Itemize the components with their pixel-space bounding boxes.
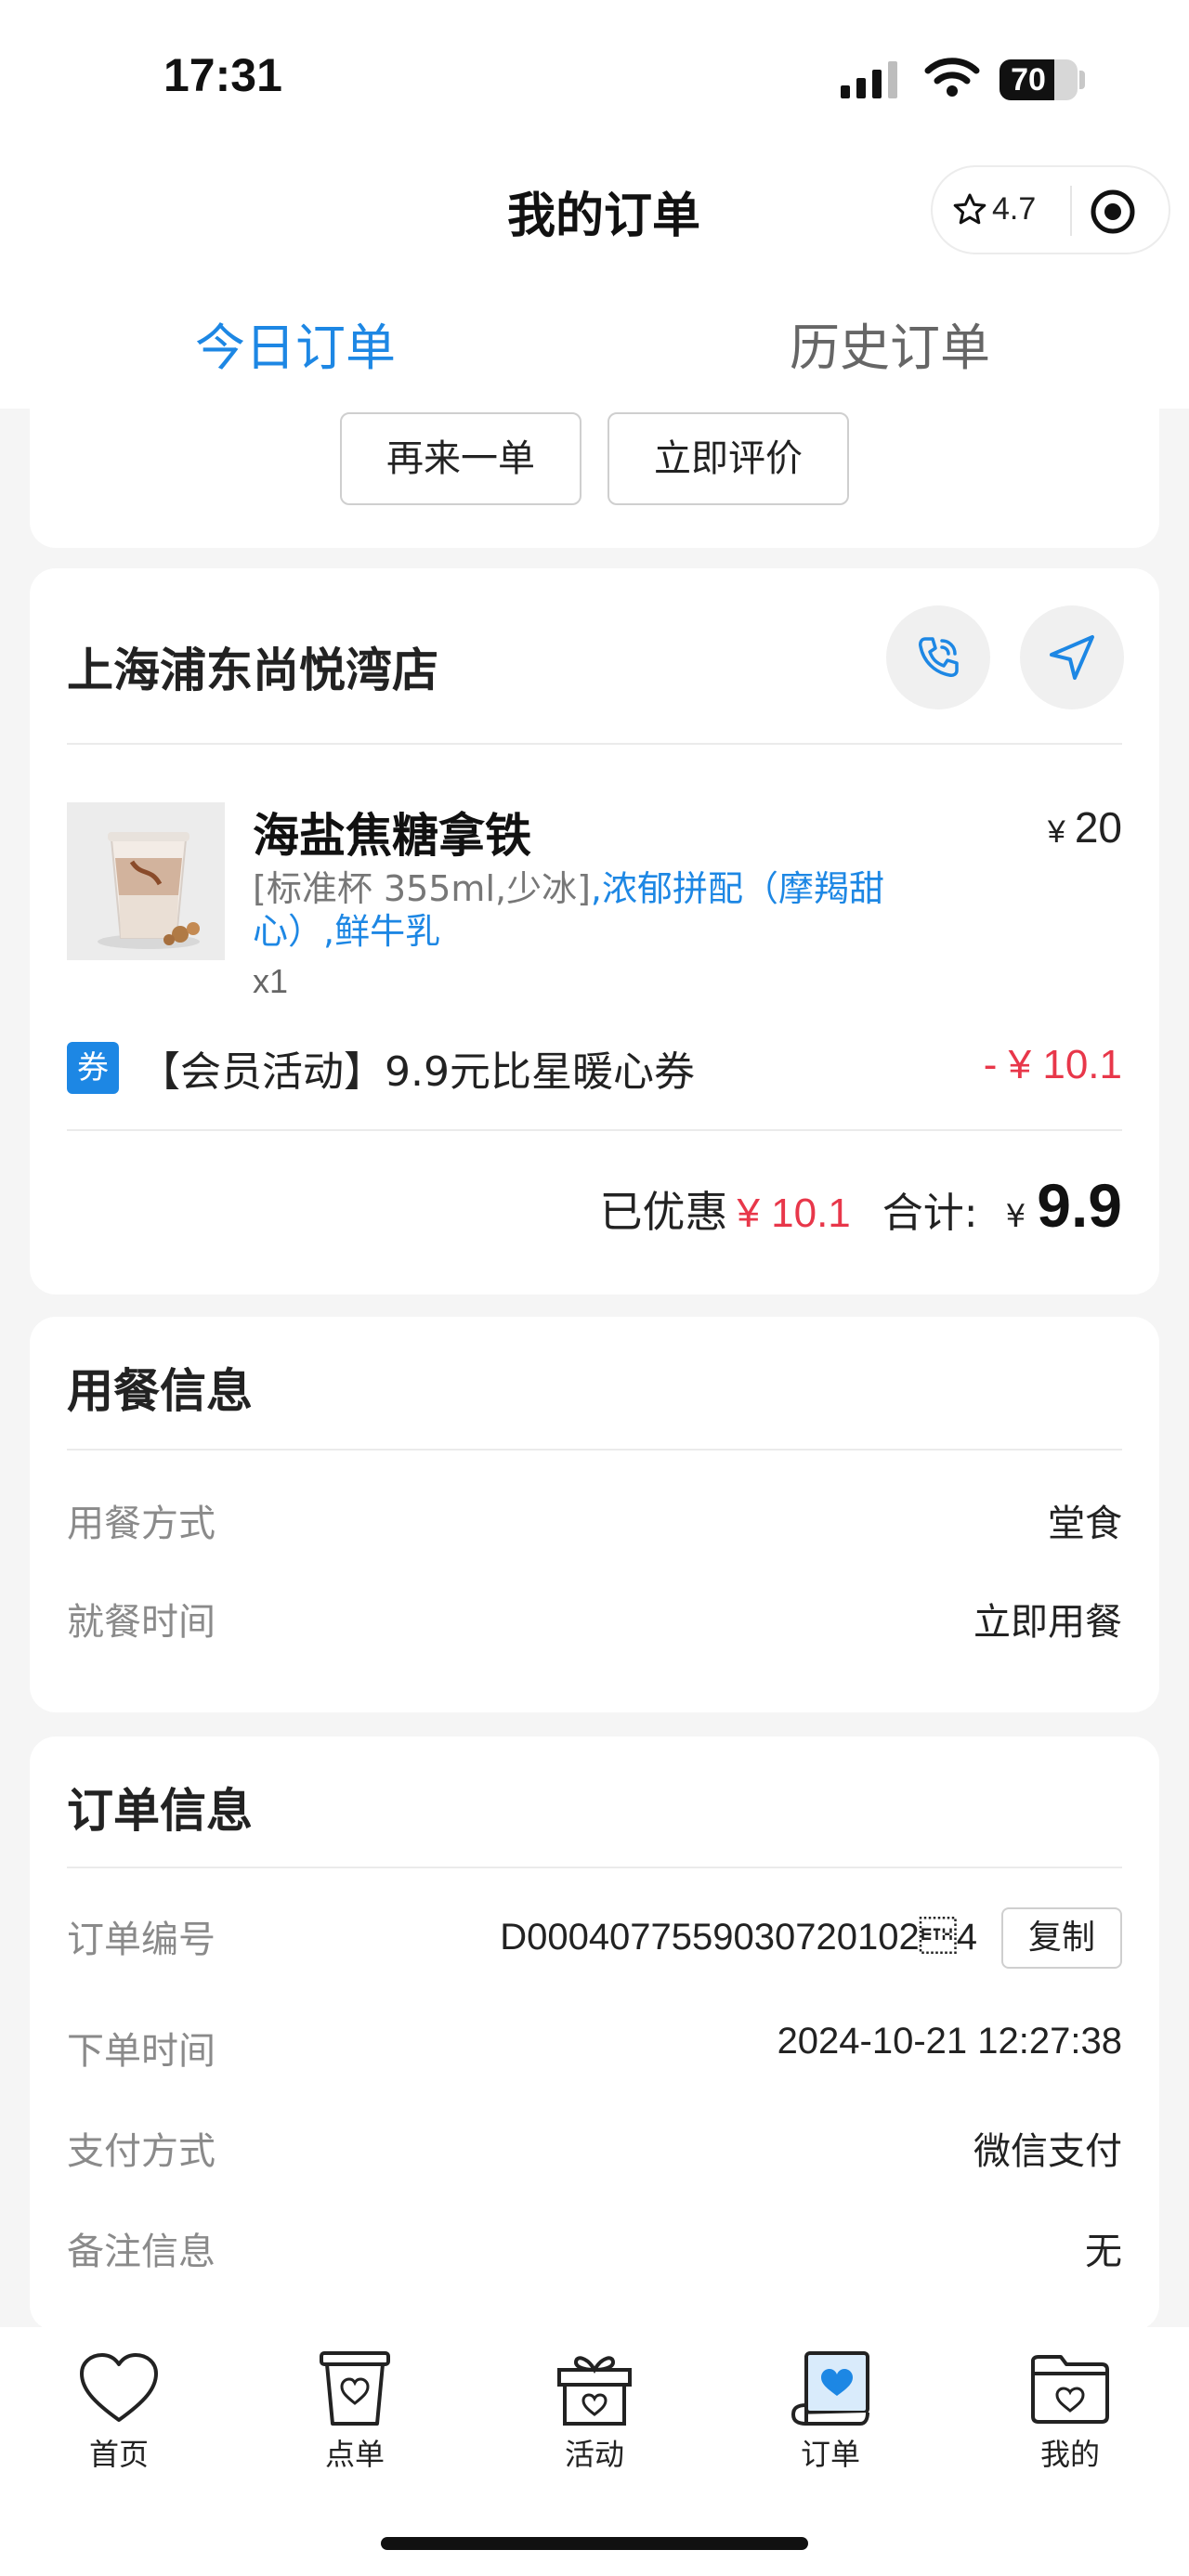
navigate-arrow-icon bbox=[1050, 635, 1094, 680]
product-quantity: x1 bbox=[253, 962, 289, 1000]
remarks-value: 无 bbox=[1085, 2231, 1122, 2273]
order-number-label: 订单编号 bbox=[67, 1919, 216, 1961]
coupon-badge: 券 bbox=[67, 1042, 119, 1094]
price-currency: ¥ bbox=[1047, 814, 1065, 850]
price-value: 20 bbox=[1074, 803, 1122, 852]
saved-label: 已优惠 bbox=[599, 1187, 728, 1237]
tabbar-mine-label: 我的 bbox=[1039, 2437, 1100, 2472]
order-card: 上海浦东尚悦湾店 海盐焦糖拿铁 ¥20 [标准杯 355ml,少冰],浓郁拼配（… bbox=[30, 568, 1159, 1295]
copy-order-number-button[interactable]: 复制 bbox=[1001, 1907, 1122, 1969]
wifi-icon bbox=[924, 58, 980, 97]
order-time-label: 下单时间 bbox=[67, 2030, 216, 2073]
coupon-amount: - ¥ 10.1 bbox=[983, 1042, 1122, 1087]
heart-icon bbox=[80, 2353, 158, 2422]
spec-size: [标准杯 355ml,少冰] bbox=[253, 868, 591, 909]
order-total: 已优惠 ¥ 10.1 合计: ¥ 9.9 bbox=[599, 1170, 1122, 1241]
tabbar-home-label: 首页 bbox=[88, 2437, 149, 2472]
product-price: ¥20 bbox=[1048, 802, 1122, 852]
reorder-button[interactable]: 再来一单 bbox=[340, 412, 581, 505]
gift-icon bbox=[557, 2356, 632, 2426]
dining-method-value: 堂食 bbox=[1048, 1503, 1122, 1545]
tabbar-orders-label: 订单 bbox=[800, 2437, 860, 2472]
dining-title: 用餐信息 bbox=[67, 1364, 253, 1418]
status-time: 17:31 bbox=[163, 49, 282, 101]
product-name: 海盐焦糖拿铁 bbox=[253, 809, 531, 863]
call-store-button[interactable] bbox=[886, 605, 990, 709]
home-indicator[interactable] bbox=[381, 2537, 808, 2550]
phone-icon bbox=[919, 637, 959, 677]
dining-time-value: 立即用餐 bbox=[973, 1601, 1122, 1644]
saved-amount: ¥ 10.1 bbox=[737, 1190, 851, 1236]
rating-value: 4.7 bbox=[992, 191, 1037, 227]
payment-method-value: 微信支付 bbox=[973, 2130, 1122, 2173]
store-divider bbox=[67, 743, 1122, 745]
latte-cup-illustration bbox=[98, 832, 200, 949]
product-image bbox=[67, 802, 225, 960]
tabbar-activity-label: 活动 bbox=[564, 2437, 624, 2472]
tabbar-order-label: 点单 bbox=[324, 2437, 385, 2472]
cup-icon bbox=[320, 2351, 390, 2426]
tabbar-orders[interactable]: 订单 bbox=[765, 2349, 895, 2489]
tabbar-home[interactable]: 首页 bbox=[54, 2349, 184, 2489]
tab-today-orders[interactable]: 今日订单 bbox=[195, 306, 396, 380]
dining-time-label: 就餐时间 bbox=[67, 1601, 216, 1644]
order-info-card: 订单信息 订单编号 D00040775590307201024 复制 下单时间… bbox=[30, 1737, 1159, 2331]
order-number-value: D00040775590307201024 bbox=[500, 1917, 977, 1958]
capsule-divider bbox=[1070, 186, 1072, 236]
dining-info-card: 用餐信息 用餐方式 堂食 就餐时间 立即用餐 bbox=[30, 1317, 1159, 1712]
tabbar-mine[interactable]: 我的 bbox=[1005, 2349, 1135, 2489]
total-value: 9.9 bbox=[1037, 1171, 1122, 1240]
summary-divider bbox=[67, 1129, 1122, 1131]
battery-indicator: 70 bbox=[1000, 59, 1078, 100]
product-spec: [标准杯 355ml,少冰],浓郁拼配（摩羯甜心）,鲜牛乳 bbox=[253, 867, 921, 953]
store-name: 上海浦东尚悦湾店 bbox=[67, 644, 438, 697]
battery-cap bbox=[1079, 71, 1085, 89]
battery-level: 70 bbox=[1011, 62, 1046, 98]
order-info-divider bbox=[67, 1867, 1122, 1868]
star-outline-icon[interactable] bbox=[951, 191, 988, 228]
tabbar-activity[interactable]: 活动 bbox=[529, 2349, 660, 2489]
tab-history-orders[interactable]: 历史订单 bbox=[790, 306, 990, 380]
order-scroll-icon bbox=[791, 2351, 869, 2426]
payment-method-label: 支付方式 bbox=[67, 2130, 216, 2173]
order-time-value: 2024-10-21 12:27:38 bbox=[777, 2021, 1122, 2062]
tabbar-order[interactable]: 点单 bbox=[290, 2349, 420, 2489]
status-bar: 17:31 70 bbox=[0, 0, 1189, 149]
signal-icon bbox=[841, 61, 897, 98]
total-currency: ¥ bbox=[1005, 1198, 1026, 1235]
navigate-button[interactable] bbox=[1020, 605, 1124, 709]
total-label: 合计: bbox=[882, 1190, 978, 1237]
review-button[interactable]: 立即评价 bbox=[608, 412, 849, 505]
coupon-text: 【会员活动】9.9元比星暖心券 bbox=[139, 1048, 695, 1096]
order-actions-card: 再来一单 立即评价 bbox=[30, 371, 1159, 548]
dining-method-label: 用餐方式 bbox=[67, 1503, 216, 1545]
remarks-label: 备注信息 bbox=[67, 2231, 216, 2273]
mini-program-capsule: 4.7 bbox=[931, 165, 1170, 254]
target-icon[interactable] bbox=[1089, 188, 1137, 236]
dining-divider bbox=[67, 1449, 1122, 1451]
order-info-title: 订单信息 bbox=[67, 1784, 253, 1838]
folder-icon bbox=[1031, 2355, 1109, 2424]
